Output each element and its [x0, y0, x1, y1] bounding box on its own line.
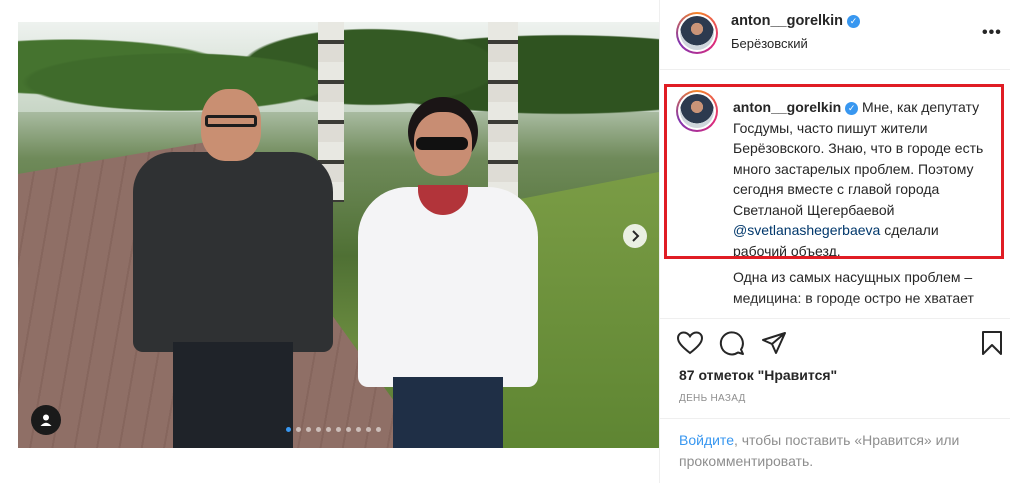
login-prompt-text: Войдите, чтобы поставить «Нравится» или … — [679, 430, 979, 472]
chevron-right-icon — [632, 230, 640, 242]
carousel-dot — [366, 427, 371, 432]
comment-icon — [719, 331, 744, 356]
carousel-dot — [286, 427, 291, 432]
action-icons-row — [676, 329, 1002, 359]
save-button[interactable] — [978, 329, 1006, 357]
carousel-dot — [316, 427, 321, 432]
carousel-dot — [296, 427, 301, 432]
author-username[interactable]: anton__gorelkin ✓ — [731, 13, 860, 29]
carousel-indicator — [286, 427, 381, 432]
highlight-box — [664, 84, 1004, 259]
user-tag-icon — [40, 414, 52, 426]
like-button[interactable] — [676, 329, 704, 357]
heart-icon — [677, 331, 703, 355]
comment-button[interactable] — [718, 329, 746, 357]
verified-badge-icon: ✓ — [847, 15, 860, 28]
post-header: anton__gorelkin ✓ Берёзовский ••• — [660, 0, 1010, 70]
comments-area: anton__gorelkin ✓ Мне, как депутату Госду… — [660, 72, 1010, 317]
username-text[interactable]: anton__gorelkin — [731, 13, 843, 29]
carousel-dot — [376, 427, 381, 432]
post-side-panel: anton__gorelkin ✓ Берёзовский ••• anton__… — [659, 0, 1010, 483]
scroll-fade — [660, 300, 1010, 317]
post-actions: 87 отметок "Нравится" ДЕНЬ НАЗАД — [660, 318, 1010, 428]
carousel-dot — [356, 427, 361, 432]
post-location[interactable]: Берёзовский — [731, 36, 808, 51]
carousel-dot — [336, 427, 341, 432]
user-tag-button[interactable] — [31, 405, 61, 435]
photo-man — [113, 77, 353, 448]
carousel-next-button[interactable] — [623, 224, 647, 248]
carousel-dot — [326, 427, 331, 432]
post-timestamp[interactable]: ДЕНЬ НАЗАД — [679, 393, 746, 404]
photo-woman — [348, 97, 548, 448]
likes-count[interactable]: 87 отметок "Нравится" — [679, 367, 837, 383]
post-photo[interactable] — [18, 22, 659, 448]
carousel-dot — [346, 427, 351, 432]
more-options-button[interactable]: ••• — [982, 24, 1002, 42]
login-link[interactable]: Войдите — [679, 432, 734, 448]
login-prompt: Войдите, чтобы поставить «Нравится» или … — [660, 418, 1010, 483]
carousel-dot — [306, 427, 311, 432]
bookmark-icon — [982, 331, 1002, 355]
author-avatar[interactable] — [676, 12, 718, 54]
share-icon — [762, 332, 786, 354]
share-button[interactable] — [760, 329, 788, 357]
